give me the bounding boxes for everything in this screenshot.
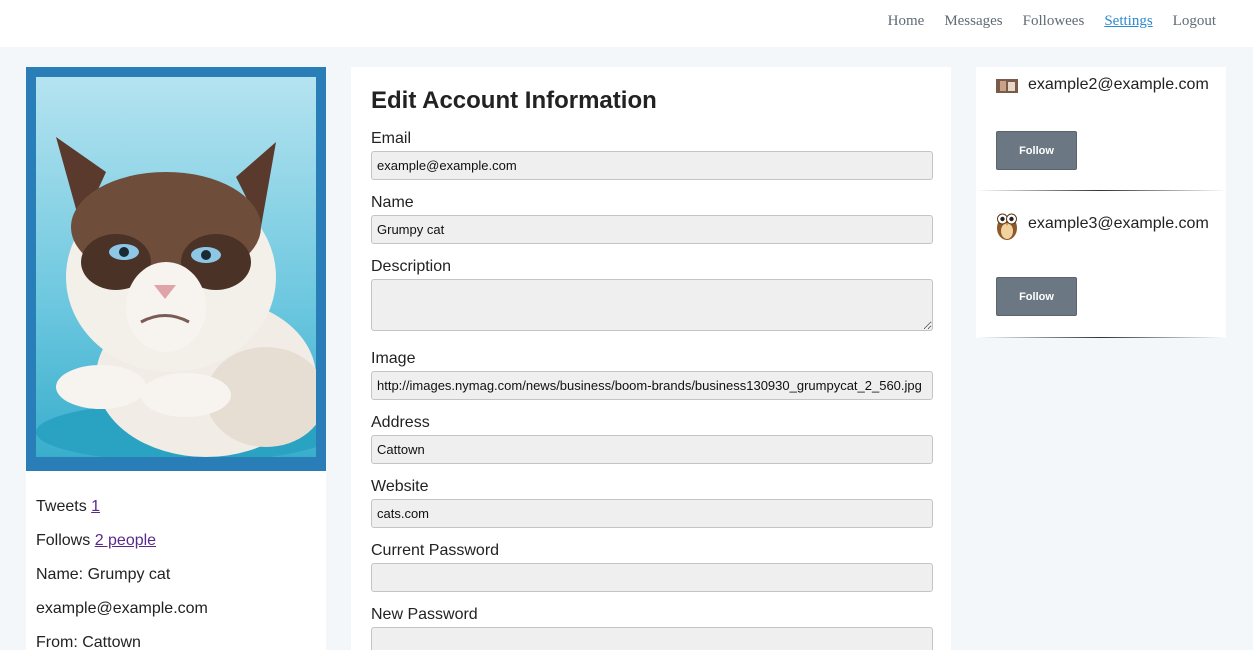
name-field-group: Name	[371, 193, 933, 244]
address-field-group: Address	[371, 413, 933, 464]
description-label: Description	[371, 258, 452, 275]
website-input[interactable]	[371, 499, 933, 528]
profile-photo-frame	[26, 67, 326, 471]
tweets-line: Tweets 1	[36, 497, 316, 516]
current-password-field-group: Current Password	[371, 541, 933, 592]
name-label: Name	[371, 194, 414, 211]
suggestion-email[interactable]: example2@example.com	[1028, 76, 1209, 94]
follows-label: Follows	[36, 532, 91, 549]
profile-location: From: Cattown	[36, 634, 141, 650]
email-label: Email	[371, 130, 412, 147]
edit-account-panel: Edit Account Information Email Name Desc…	[351, 67, 951, 650]
follow-button[interactable]: Follow	[996, 131, 1077, 170]
email-field-group: Email	[371, 129, 933, 180]
nav-followees[interactable]: Followees	[1023, 13, 1085, 30]
follow-button[interactable]: Follow	[996, 277, 1077, 316]
suggestion-card: example3@example.com Follow	[976, 191, 1226, 338]
profile-sidebar: Tweets 1 Follows 2 people Name: Grumpy c…	[26, 67, 326, 650]
address-input[interactable]	[371, 435, 933, 464]
website-field-group: Website	[371, 477, 933, 528]
page-title: Edit Account Information	[371, 87, 657, 114]
new-password-input[interactable]	[371, 627, 933, 650]
description-textarea[interactable]	[371, 279, 933, 331]
tweets-count-link[interactable]: 1	[91, 498, 100, 515]
new-password-field-group: New Password	[371, 605, 933, 650]
email-input[interactable]	[371, 151, 933, 180]
website-label: Website	[371, 478, 429, 495]
suggestion-card: example2@example.com Follow	[976, 67, 1226, 191]
suggestion-email[interactable]: example3@example.com	[1028, 215, 1209, 233]
divider	[976, 337, 1226, 338]
description-field-group: Description	[371, 257, 933, 336]
nav-logout[interactable]: Logout	[1173, 13, 1216, 30]
follows-link[interactable]: 2 people	[95, 532, 156, 549]
follows-line: Follows 2 people	[36, 531, 316, 550]
suggested-users: example2@example.com Follow example3@exa…	[976, 67, 1226, 338]
owl-icon	[997, 213, 1017, 240]
image-field-group: Image	[371, 349, 933, 400]
nav-home[interactable]: Home	[888, 13, 925, 30]
profile-stats: Tweets 1 Follows 2 people Name: Grumpy c…	[26, 471, 326, 650]
current-password-input[interactable]	[371, 563, 933, 592]
image-label: Image	[371, 350, 416, 367]
image-url-input[interactable]	[371, 371, 933, 400]
profile-email: example@example.com	[36, 600, 208, 617]
name-input[interactable]	[371, 215, 933, 244]
tweets-label: Tweets	[36, 498, 87, 515]
nav-messages[interactable]: Messages	[944, 13, 1002, 30]
address-label: Address	[371, 414, 430, 431]
profile-name: Name: Grumpy cat	[36, 566, 171, 583]
cat-thumbnail-icon	[996, 79, 1018, 93]
new-password-label: New Password	[371, 606, 478, 623]
top-nav-bar: Home Messages Followees Settings Logout	[0, 0, 1253, 47]
current-password-label: Current Password	[371, 542, 500, 559]
profile-photo	[36, 77, 316, 457]
nav-settings[interactable]: Settings	[1104, 13, 1152, 30]
main-nav: Home Messages Followees Settings Logout	[888, 13, 1216, 30]
